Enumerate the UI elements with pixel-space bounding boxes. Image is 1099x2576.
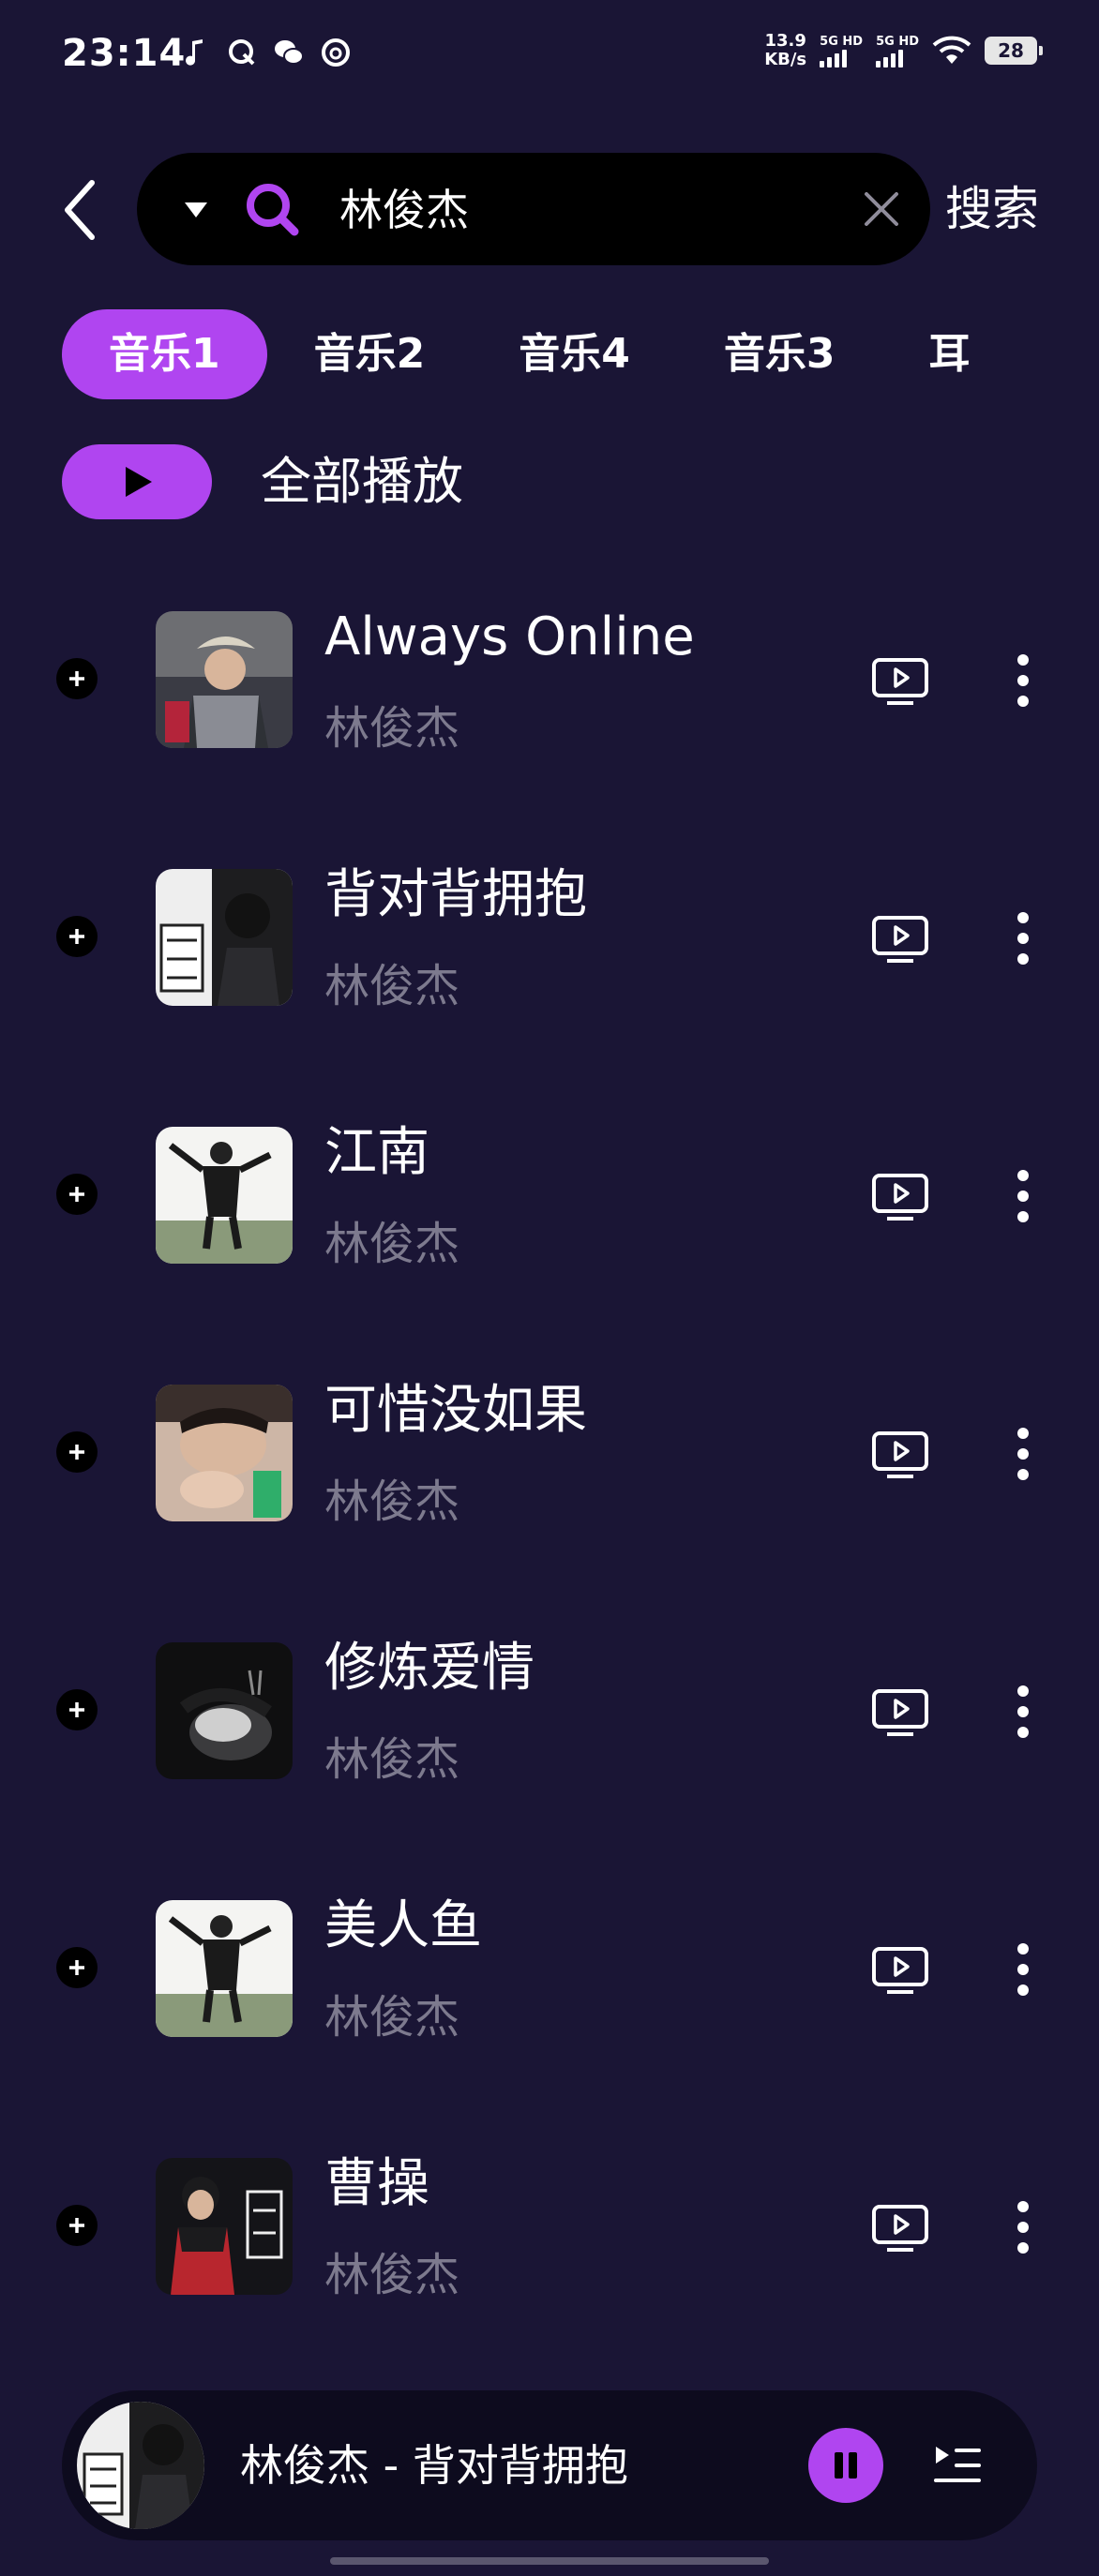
album-cover — [156, 1127, 293, 1264]
song-artist: 林俊杰 — [324, 1475, 460, 1528]
song-artist: 林俊杰 — [324, 2249, 460, 2301]
more-vertical-icon[interactable] — [1007, 2197, 1039, 2257]
song-title: 背对背拥抱 — [324, 864, 587, 925]
song-row[interactable]: 可惜没如果 林俊杰 — [0, 1343, 1099, 1601]
wechat-icon — [275, 40, 304, 65]
video-play-icon[interactable] — [870, 1428, 930, 1480]
song-list: Always Online 林俊杰 背对背拥抱 林俊杰 江南 林俊杰 可惜没如果… — [0, 570, 1099, 2374]
plus-icon — [69, 1702, 84, 1717]
net-speed: 13.9 KB/s — [764, 31, 807, 69]
search-input[interactable] — [338, 177, 791, 243]
song-title: 曹操 — [324, 2153, 429, 2214]
plus-icon — [69, 1960, 84, 1975]
add-button[interactable] — [56, 658, 98, 699]
song-artist: 林俊杰 — [324, 702, 460, 755]
chevron-left-icon — [65, 180, 95, 240]
song-artist: 林俊杰 — [324, 1991, 460, 2044]
status-time: 23:14 — [62, 32, 187, 75]
plus-icon — [69, 1187, 84, 1202]
source-tabs: 音乐1 音乐2 音乐4 音乐3 耳 — [62, 309, 1099, 399]
album-cover — [156, 1642, 293, 1779]
play-icon — [126, 467, 152, 497]
add-button[interactable] — [56, 1689, 98, 1730]
plus-icon — [69, 2218, 84, 2233]
play-all-button[interactable] — [62, 444, 212, 519]
home-indicator[interactable] — [330, 2557, 769, 2565]
signal-bars-icon — [820, 49, 848, 67]
more-vertical-icon[interactable] — [1007, 1166, 1039, 1226]
song-artist: 林俊杰 — [324, 960, 460, 1012]
sim2-signal: 5G HD — [876, 35, 919, 67]
tab-more[interactable]: 耳 — [882, 309, 1017, 399]
tab-music3[interactable]: 音乐3 — [677, 309, 882, 399]
battery-indicator: 28 — [985, 37, 1043, 65]
play-all-label[interactable]: 全部播放 — [261, 444, 463, 519]
mini-player[interactable]: 林俊杰 - 背对背拥抱 — [62, 2390, 1037, 2540]
more-vertical-icon[interactable] — [1007, 651, 1039, 711]
song-artist: 林俊杰 — [324, 1218, 460, 1270]
search-button[interactable]: 搜索 — [945, 176, 1039, 242]
song-title: 江南 — [324, 1122, 429, 1183]
album-cover — [156, 611, 293, 748]
song-row[interactable]: 江南 林俊杰 — [0, 1086, 1099, 1343]
system-status: 13.9 KB/s 5G HD 5G HD 28 — [764, 31, 1043, 69]
video-play-icon[interactable] — [870, 2201, 930, 2254]
more-vertical-icon[interactable] — [1007, 1682, 1039, 1742]
album-cover — [156, 2158, 293, 2295]
tab-music1[interactable]: 音乐1 — [62, 309, 267, 399]
plus-icon — [69, 929, 84, 944]
more-vertical-icon[interactable] — [1007, 1939, 1039, 1999]
song-row[interactable]: 曹操 林俊杰 — [0, 2117, 1099, 2374]
status-bar: 23:14 13.9 KB/s 5G HD 5G HD 28 — [0, 0, 1099, 112]
pause-button[interactable] — [808, 2428, 883, 2503]
album-cover — [156, 869, 293, 1006]
now-playing-cover[interactable] — [77, 2402, 204, 2529]
tab-music4[interactable]: 音乐4 — [472, 309, 677, 399]
notification-icons — [178, 36, 353, 69]
search-icon — [247, 184, 299, 236]
video-play-icon[interactable] — [870, 1943, 930, 1996]
search-box — [137, 153, 930, 265]
album-cover — [156, 1900, 293, 2037]
song-title: 可惜没如果 — [324, 1380, 587, 1441]
music-note-icon — [186, 39, 203, 66]
video-play-icon[interactable] — [870, 1170, 930, 1222]
song-row[interactable]: Always Online 林俊杰 — [0, 570, 1099, 828]
add-button[interactable] — [56, 1174, 98, 1215]
play-all[interactable]: 全部播放 — [62, 444, 463, 519]
tab-music2[interactable]: 音乐2 — [267, 309, 473, 399]
song-row[interactable]: 背对背拥抱 林俊杰 — [0, 828, 1099, 1086]
close-icon[interactable] — [859, 187, 904, 232]
song-title: 修炼爱情 — [324, 1638, 534, 1699]
back-button[interactable] — [53, 172, 105, 247]
song-title: Always Online — [324, 607, 695, 667]
add-button[interactable] — [56, 1947, 98, 1988]
more-vertical-icon[interactable] — [1007, 908, 1039, 968]
song-title: 美人鱼 — [324, 1895, 482, 1956]
song-artist: 林俊杰 — [324, 1733, 460, 1786]
album-cover — [156, 1385, 293, 1521]
add-button[interactable] — [56, 916, 98, 957]
song-row[interactable]: 修炼爱情 林俊杰 — [0, 1601, 1099, 1859]
search-app-icon — [229, 39, 255, 66]
signal-bars-icon — [876, 49, 904, 67]
more-vertical-icon[interactable] — [1007, 1424, 1039, 1484]
video-play-icon[interactable] — [870, 912, 930, 965]
netease-icon — [322, 38, 350, 67]
triangle-down-icon[interactable] — [182, 192, 210, 226]
sim1-signal: 5G HD — [820, 35, 863, 67]
add-button[interactable] — [56, 1431, 98, 1473]
plus-icon — [69, 1445, 84, 1460]
wifi-icon — [932, 36, 971, 64]
video-play-icon[interactable] — [870, 654, 930, 707]
playlist-icon[interactable] — [930, 2439, 983, 2492]
pause-icon — [835, 2452, 857, 2479]
now-playing-title[interactable]: 林俊杰 - 背对背拥抱 — [240, 2434, 628, 2497]
add-button[interactable] — [56, 2205, 98, 2246]
plus-icon — [69, 671, 84, 686]
song-row[interactable]: 美人鱼 林俊杰 — [0, 1859, 1099, 2117]
video-play-icon[interactable] — [870, 1685, 930, 1738]
